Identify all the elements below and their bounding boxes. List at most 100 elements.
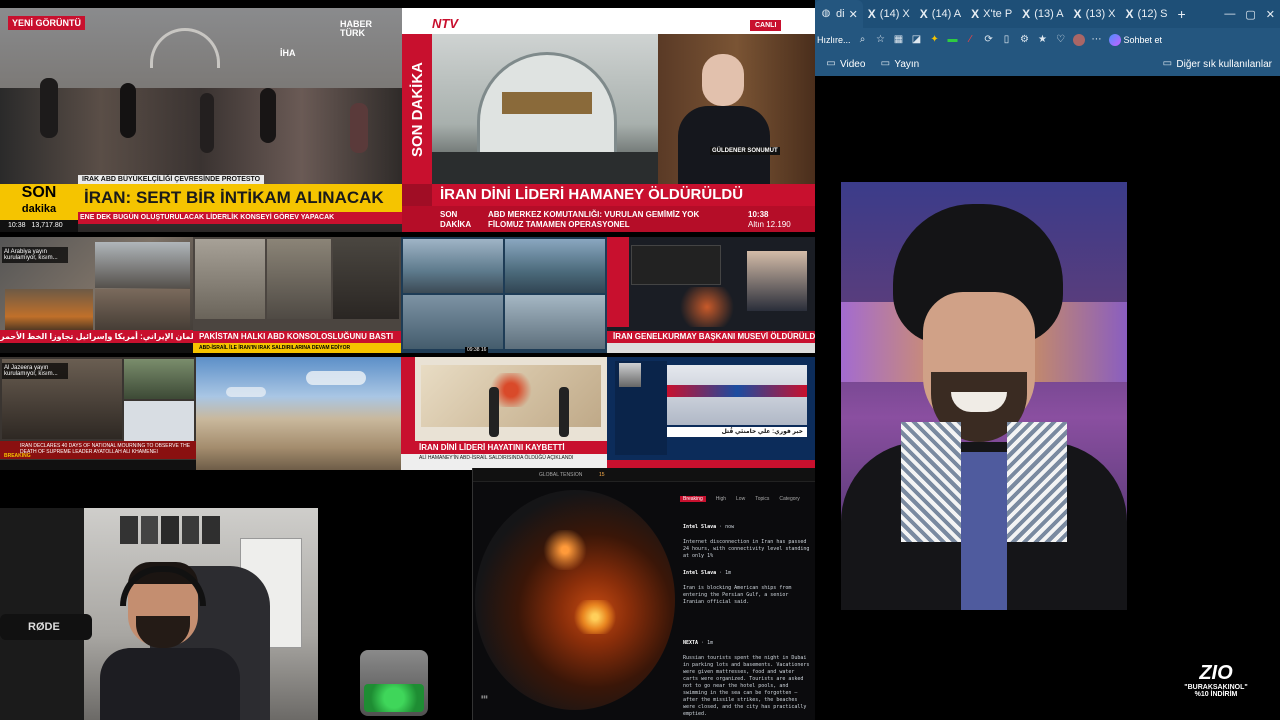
minimize-button[interactable]: —	[1219, 0, 1240, 28]
health-icon[interactable]: ♡	[1055, 34, 1067, 46]
bookmark-yayin[interactable]: ▭ Yayın	[879, 58, 920, 70]
alarabiya-tile: Al Arabiya yayın kurulamıyor, kısım... ر…	[0, 237, 193, 353]
vertical-son-dakika: SON DAKİKA	[402, 34, 432, 184]
habertv-map-tile: İRAN DİNİ LİDERİ HAYATINI KAYBETTİ ALİ H…	[401, 357, 607, 470]
post-author: NEXTA	[683, 640, 699, 646]
maximize-button[interactable]: ▢	[1240, 0, 1260, 28]
arabic-ticker: رئيس البرلمان الإيراني: أمريكا وإسرائيل …	[0, 330, 193, 343]
portrait-image	[841, 182, 1127, 610]
post-time: 1m	[725, 570, 732, 576]
extension-icon[interactable]: ✦	[929, 34, 941, 46]
split-screen-icon[interactable]: ▯	[1001, 34, 1013, 46]
world-tension-map: GLOBAL TENSION 15 ▮▮▮ Breaking High Low …	[472, 468, 816, 720]
headline: PAKİSTAN HALKI ABD KONSOLOSLUĞUNU BASTI	[193, 331, 401, 343]
tab-strip: ◍ di ✕ X (14) X X (14) A X X'te P X (13) A X (1…	[815, 0, 1280, 28]
map-header: GLOBAL TENSION 15	[473, 468, 816, 482]
filter-low[interactable]: Low	[736, 496, 745, 502]
live-badge: CANLI	[750, 20, 782, 31]
ticker: ENE DEK BUGÜN OLUŞTURULACAK LİDERLİK KON…	[78, 212, 402, 224]
promo-overlay: ZIO "BURAKSAKINOL" %10 İNDİRİM	[1160, 662, 1272, 716]
feed-post: Intel Slava · now Internet disconnection…	[683, 524, 810, 559]
x-logo-icon: X	[1125, 7, 1134, 21]
post-author: Intel Slava	[683, 524, 717, 530]
folder-icon: ▭	[826, 58, 836, 69]
tab-x[interactable]: X (12) S	[1121, 0, 1173, 28]
extension-icon[interactable]: ▦	[893, 34, 905, 46]
extensions-icon[interactable]: ⚙	[1019, 34, 1031, 46]
tab-label: (14) X	[879, 8, 910, 20]
stream-error-label: Al Jazeera yayın kurulamıyor, kısım...	[2, 363, 68, 379]
post-text: Iran is blocking American ships from ent…	[683, 585, 792, 605]
tab-x[interactable]: X (13) A	[1017, 0, 1068, 28]
channel-logo: NTV	[432, 16, 458, 31]
copilot-icon	[1108, 34, 1121, 46]
tab-active[interactable]: ◍ di ✕	[815, 0, 863, 28]
headline: İRAN DİNİ LİDERİ HAMANEY ÖLDÜRÜLDÜ	[432, 184, 815, 206]
post-text: Russian tourists spent the night in Duba…	[683, 655, 810, 717]
tab-label: (12) S	[1137, 8, 1168, 20]
tab-x[interactable]: X (13) X	[1069, 0, 1121, 28]
other-bookmarks[interactable]: ▭ Diğer sık kullanılanlar	[1161, 58, 1280, 70]
folder-icon: ▭	[880, 58, 891, 69]
favorite-star-icon[interactable]: ☆	[875, 34, 887, 46]
skycam-tile: 09:38 16	[401, 237, 607, 353]
promo-brand: ZIO	[1199, 662, 1233, 684]
breaking-badge: YENİ GÖRÜNTÜ	[8, 16, 86, 30]
refresh-icon[interactable]: ⟳	[983, 34, 995, 46]
breaking-label: BREAKING	[4, 453, 31, 459]
extension-icon[interactable]: ⁄	[965, 34, 977, 46]
son-label: SON	[21, 184, 57, 201]
scarf	[901, 422, 961, 542]
tab-x[interactable]: X (14) A	[915, 0, 966, 28]
vertical-son-dakika	[607, 237, 629, 327]
x-logo-icon: X	[1073, 7, 1082, 21]
vertical-son-dakika	[401, 357, 415, 441]
browser-window: ◍ di ✕ X (14) X X (14) A X X'te P X (13) A X (1…	[815, 0, 1280, 720]
copilot-button[interactable]: Sohbet et	[1108, 34, 1162, 46]
son-dakika-box: SON dakika	[0, 184, 78, 220]
close-icon[interactable]: ✕	[849, 8, 858, 21]
extension-icon[interactable]: ◪	[911, 34, 923, 46]
post-text: Internet disconnection in Iran has passe…	[683, 539, 810, 559]
extension-icon[interactable]: ▬	[947, 34, 959, 46]
haberturk-tile: YENİ GÖRÜNTÜ HABER TÜRK İHA IRAK ABD BÜY…	[0, 8, 402, 232]
headline: İRAN DİNİ LİDERİ HAYATINI KAYBETTİ	[401, 441, 607, 454]
feed-filters: Breaking High Low Topics Category	[680, 496, 800, 502]
tab-x[interactable]: X X'te P	[966, 0, 1017, 28]
more-icon[interactable]: ⋯	[1091, 34, 1103, 46]
channel-logo: HABER TÜRK	[340, 19, 373, 38]
bookmark-video[interactable]: ▭ Video	[825, 58, 865, 70]
ticker-line-1: ABD MERKEZ KOMUTANLIĞI: VURULAN GEMİMİZ …	[488, 210, 700, 219]
tab-label: (13) X	[1085, 8, 1116, 20]
close-window-button[interactable]: ✕	[1261, 0, 1280, 28]
filter-topics[interactable]: Topics	[755, 496, 769, 502]
cityscape-tile	[196, 357, 401, 470]
ticker-time-bar: 10:38 13,717.80	[0, 220, 78, 232]
filter-category[interactable]: Category	[779, 496, 799, 502]
szc-tile: İRAN GENELKURMAY BAŞKANI MUSEVİ ÖLDÜRÜLD…	[607, 237, 815, 353]
profile-avatar[interactable]	[1072, 34, 1085, 46]
market-index: 13,717.80	[31, 222, 63, 229]
filter-high[interactable]: High	[716, 496, 726, 502]
bookmarks-bar: ▭ Video ▭ Yayın ▭ Diğer sık kullanılanlar	[815, 52, 1280, 76]
agency-tag: İHA	[280, 48, 296, 58]
promo-discount: %10 İNDİRİM	[1194, 691, 1238, 698]
dakika-label: dakika	[21, 203, 57, 215]
microphone: RØDE	[0, 614, 92, 640]
cnnturk-tile: PAKİSTAN HALKI ABD KONSOLOSLUĞUNU BASTI …	[193, 237, 401, 353]
ntv-tile: NTV CANLI SON DAKİKA GÜLDENER SONUMUT İR…	[402, 8, 815, 232]
clock-time: 10:38	[748, 210, 769, 219]
address-bar[interactable]: Hızlıre...	[817, 35, 851, 45]
zoom-icon[interactable]: ⌕	[857, 34, 869, 46]
studio-guest: GÜLDENER SONUMUT	[658, 34, 815, 186]
gummy-jar	[360, 650, 428, 716]
x-logo-icon: X	[919, 7, 928, 21]
filter-breaking[interactable]: Breaking	[680, 496, 706, 502]
tab-label: (14) A	[931, 8, 962, 20]
gold-price: Altın 12.190	[748, 220, 791, 229]
x-logo-icon: X	[971, 7, 980, 21]
post-time: now	[725, 524, 735, 530]
tab-x[interactable]: X (14) X	[863, 0, 915, 28]
favorites-icon[interactable]: ★	[1037, 34, 1049, 46]
new-tab-button[interactable]: +	[1173, 0, 1191, 28]
